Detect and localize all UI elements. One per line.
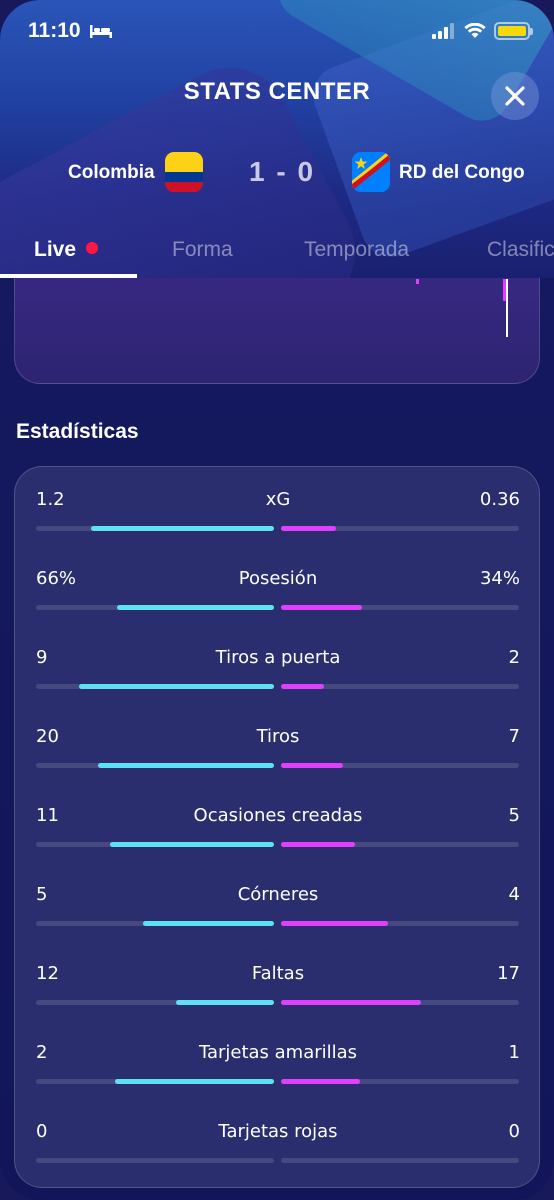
tab-live[interactable]: Live	[34, 238, 99, 262]
home-bar-fill	[176, 1000, 274, 1005]
away-bar-track	[281, 684, 519, 689]
stat-label: Tarjetas rojas	[218, 1121, 338, 1142]
stat-row: 12 Faltas 17	[15, 941, 541, 1020]
stat-label: Córneres	[237, 884, 319, 905]
close-button[interactable]	[491, 72, 539, 120]
stat-label: Tiros a puerta	[215, 647, 341, 668]
stat-row: 66% Posesión 34%	[15, 546, 541, 625]
away-bar-track	[281, 921, 519, 926]
stat-away-value: 34%	[479, 568, 520, 589]
home-bar-fill	[110, 842, 274, 847]
stat-label: Ocasiones creadas	[193, 805, 363, 826]
stat-row: 5 Córneres 4	[15, 862, 541, 941]
home-bar-track	[36, 842, 274, 847]
wifi-icon	[464, 23, 486, 38]
away-bar-fill	[281, 763, 343, 768]
home-bar-fill	[98, 763, 274, 768]
bed-icon	[89, 25, 112, 38]
stat-row: 0 Tarjetas rojas 0	[15, 1099, 541, 1178]
stat-row: 11 Ocasiones creadas 5	[15, 783, 541, 862]
home-bar-track	[36, 921, 274, 926]
home-bar-track	[36, 1079, 274, 1084]
home-bar-track	[36, 526, 274, 531]
stat-away-value: 0.36	[479, 489, 520, 510]
stat-row: 1.2 xG 0.36	[15, 467, 541, 546]
stats-card: 1.2 xG 0.36 66% Posesión 34% 9 Tiros a puerta 2 2…	[14, 466, 540, 1188]
app-screen: 11:10 STATS CENTER Colombia 1 - 0 RD del…	[0, 0, 554, 1200]
stat-away-value: 4	[508, 884, 520, 905]
away-bar-track	[281, 763, 519, 768]
stats-section-title: Estadísticas	[16, 420, 139, 443]
away-bar-fill	[281, 605, 362, 610]
tab-live-label: Live	[34, 238, 77, 261]
momentum-marker	[416, 279, 419, 284]
away-bar-fill	[281, 921, 388, 926]
stat-label: Posesión	[238, 568, 318, 589]
status-bar: 11:10	[0, 0, 554, 62]
stat-label: Tarjetas amarillas	[198, 1042, 358, 1063]
away-bar-fill	[281, 842, 355, 847]
home-bar-track	[36, 684, 274, 689]
home-bar-fill	[115, 1079, 274, 1084]
stat-row: 9 Tiros a puerta 2	[15, 625, 541, 704]
page-title: STATS CENTER	[183, 78, 371, 105]
away-bar-track	[281, 526, 519, 531]
tab-forma[interactable]: Forma	[172, 238, 233, 262]
home-bar-fill	[91, 526, 274, 531]
home-bar-track	[36, 1158, 274, 1163]
stat-away-value: 1	[508, 1042, 520, 1063]
stat-label: Tiros	[256, 726, 300, 747]
live-indicator-icon	[86, 242, 99, 254]
dr-congo-flag-icon	[352, 152, 390, 192]
stat-row: 20 Tiros 7	[15, 704, 541, 783]
away-bar-track	[281, 1158, 519, 1163]
away-bar-fill	[281, 1079, 360, 1084]
current-time-marker	[506, 279, 508, 337]
status-icons	[432, 22, 533, 40]
tab-bar: Live Forma Temporada Clasific	[0, 226, 554, 278]
match-header: Colombia 1 - 0 RD del Congo	[0, 150, 554, 198]
tab-temporada[interactable]: Temporada	[304, 238, 409, 262]
match-score: 1 - 0	[249, 156, 316, 187]
home-team-name: Colombia	[68, 162, 155, 183]
away-bar-fill	[281, 684, 324, 689]
away-bar-track	[281, 1000, 519, 1005]
away-bar-track	[281, 842, 519, 847]
stat-away-value: 7	[508, 726, 520, 747]
colombia-flag-icon	[165, 152, 203, 192]
home-bar-track	[36, 1000, 274, 1005]
cellular-signal-icon	[432, 23, 454, 39]
stat-row: 2 Tarjetas amarillas 1	[15, 1020, 541, 1099]
stat-away-value: 5	[508, 805, 520, 826]
away-bar-fill	[281, 1000, 421, 1005]
status-time-group: 11:10	[28, 19, 113, 43]
stat-away-value: 0	[508, 1121, 520, 1142]
stat-away-value: 17	[497, 963, 520, 984]
home-bar-fill	[143, 921, 274, 926]
stat-label: xG	[265, 489, 291, 510]
away-bar-track	[281, 605, 519, 610]
away-team-name: RD del Congo	[399, 162, 525, 183]
home-bar-fill	[79, 684, 274, 689]
home-bar-track	[36, 763, 274, 768]
stat-away-value: 2	[508, 647, 520, 668]
status-time: 11:10	[28, 19, 81, 42]
away-bar-track	[281, 1079, 519, 1084]
tab-clasificacion[interactable]: Clasific	[487, 238, 554, 262]
close-icon	[505, 86, 525, 106]
away-bar-fill	[281, 526, 336, 531]
stat-label: Faltas	[251, 963, 305, 984]
home-bar-fill	[117, 605, 274, 610]
active-tab-indicator	[0, 274, 137, 278]
home-bar-track	[36, 605, 274, 610]
battery-icon	[494, 22, 533, 40]
